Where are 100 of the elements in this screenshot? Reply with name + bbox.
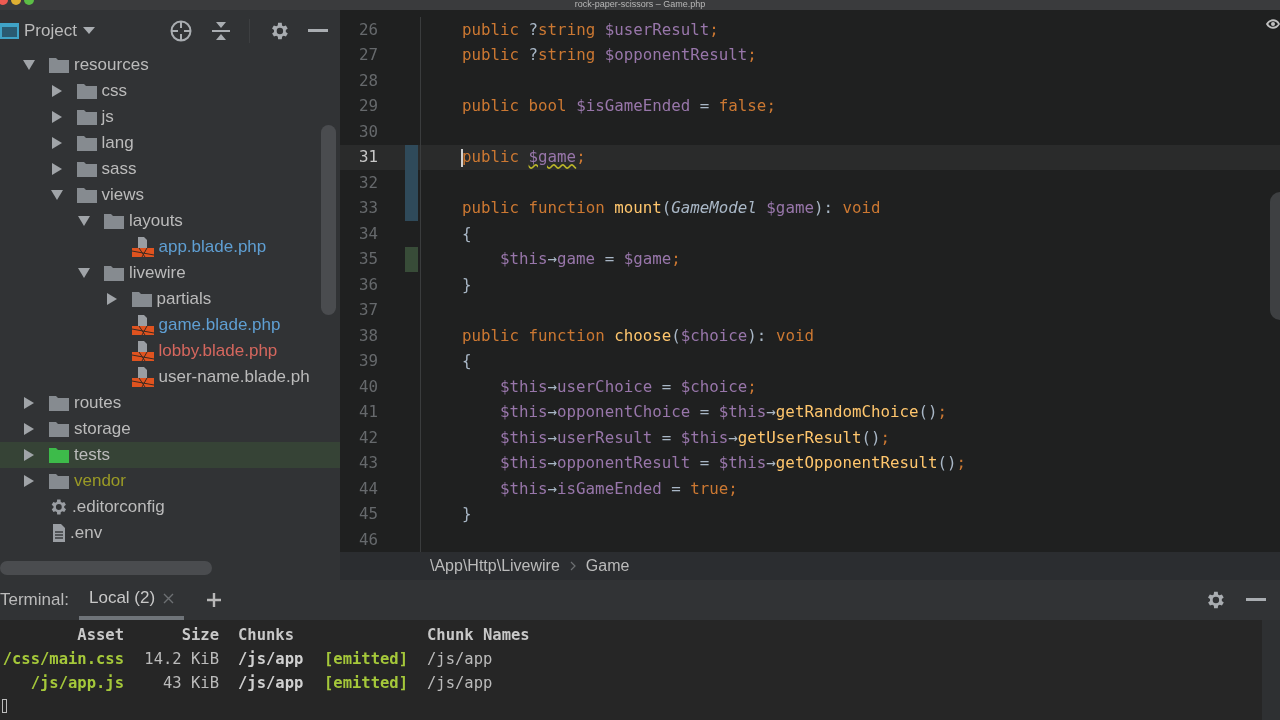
- breadcrumb-item[interactable]: Game: [585, 554, 630, 578]
- tree-item-label[interactable]: .editorconfig: [72, 494, 165, 520]
- crosshair-icon[interactable]: [169, 19, 193, 43]
- scrollbar-thumb[interactable]: [1270, 192, 1280, 320]
- code-line: $this→opponentResult = $this→getOpponentResult();: [500, 452, 967, 475]
- window-buttons-icon[interactable]: [0, 0, 36, 5]
- line-number: 45: [357, 503, 378, 526]
- eye-icon[interactable]: [1266, 18, 1280, 30]
- tree-item-label[interactable]: resources: [74, 52, 149, 78]
- collapsed-arrow-icon[interactable]: [104, 292, 119, 306]
- chevron-icon: [569, 561, 576, 571]
- change-marker[interactable]: [405, 144, 418, 170]
- folder-icon: [48, 394, 70, 412]
- tree-item-label[interactable]: user-name.blade.ph: [158, 364, 310, 390]
- line-number: 39: [357, 350, 378, 373]
- terminal-cell-text: /js/app: [237, 673, 305, 694]
- tree-item-label[interactable]: views: [101, 182, 144, 208]
- code-line: {: [462, 222, 472, 245]
- folder-icon: [75, 160, 98, 178]
- folder-icon: [48, 420, 70, 438]
- line-number: 36: [357, 273, 378, 296]
- tree-item-label[interactable]: js: [101, 104, 114, 130]
- line-number: 44: [357, 477, 378, 500]
- minimize-icon[interactable]: [1246, 598, 1266, 602]
- code-line: }: [462, 273, 472, 296]
- line-number: 38: [357, 324, 378, 347]
- collapsed-arrow-icon[interactable]: [49, 162, 64, 176]
- folder-icon: [75, 82, 98, 100]
- code-line: $this→isGameEnded = true;: [500, 477, 738, 500]
- column-header: Chunks: [237, 625, 295, 646]
- code-line: public ?string $userResult;: [462, 18, 719, 41]
- expanded-arrow-icon[interactable]: [49, 188, 64, 202]
- line-number: 43: [357, 452, 378, 475]
- line-number: 46: [357, 528, 378, 551]
- tree-item-label[interactable]: storage: [74, 416, 131, 442]
- collapsed-arrow-icon[interactable]: [22, 474, 36, 488]
- tree-item-label[interactable]: lobby.blade.php: [158, 338, 278, 364]
- change-marker[interactable]: [405, 246, 418, 272]
- window-title: rock-paper-scissors – Game.php: [574, 0, 706, 9]
- line-number: 26: [357, 18, 378, 41]
- terminal-cursor: [2, 699, 7, 713]
- tree-item-label[interactable]: app.blade.php: [158, 234, 267, 260]
- line-number: 30: [357, 120, 378, 143]
- line-number: 27: [357, 44, 378, 67]
- line-number: 42: [357, 426, 378, 449]
- collapsed-arrow-icon[interactable]: [22, 448, 36, 462]
- close-icon[interactable]: [163, 592, 175, 604]
- terminal-cell-text: [emitted]: [324, 673, 409, 694]
- code-line: $this→opponentChoice = $this→getRandomChoice();: [500, 401, 948, 424]
- line-number: 34: [357, 222, 378, 245]
- blade-file-icon: [130, 236, 155, 258]
- line-number: 37: [357, 299, 378, 322]
- add-icon[interactable]: [206, 592, 223, 608]
- collapse-all-icon[interactable]: [211, 20, 231, 42]
- text-cursor: [461, 148, 463, 167]
- minimize-icon[interactable]: [308, 29, 328, 33]
- folder-icon: [75, 134, 98, 152]
- terminal-cell-text: 43 KiB: [162, 673, 219, 694]
- column-header: Chunk Names: [427, 625, 530, 646]
- code-line: }: [462, 503, 472, 526]
- expanded-arrow-icon[interactable]: [22, 58, 36, 72]
- tree-item-label[interactable]: lang: [101, 130, 134, 156]
- line-number: 28: [357, 69, 378, 92]
- tree-item-label[interactable]: .env: [70, 520, 103, 546]
- collapsed-arrow-icon[interactable]: [22, 422, 36, 436]
- collapsed-arrow-icon[interactable]: [49, 110, 64, 124]
- column-header: Size: [180, 625, 219, 646]
- selected-row-highlight[interactable]: tests: [0, 442, 340, 468]
- tree-item-label[interactable]: game.blade.php: [158, 312, 281, 338]
- terminal-label: Terminal:: [0, 589, 69, 612]
- tree-item-label[interactable]: tests: [74, 442, 110, 468]
- expanded-arrow-icon[interactable]: [77, 266, 91, 280]
- tree-item-label[interactable]: livewire: [129, 260, 186, 286]
- blade-file-icon: [130, 314, 155, 336]
- folder-icon: [48, 446, 70, 464]
- terminal-cell-text: 14.2 KiB: [143, 649, 219, 670]
- change-marker[interactable]: [405, 195, 418, 221]
- tree-item-label[interactable]: vendor: [74, 468, 126, 494]
- vertical-scrollbar-thumb[interactable]: [321, 125, 336, 315]
- tree-item-label[interactable]: layouts: [129, 208, 183, 234]
- folder-icon: [48, 472, 70, 490]
- collapsed-arrow-icon[interactable]: [49, 136, 64, 150]
- folder-icon: [48, 56, 70, 74]
- blade-file-icon: [130, 340, 155, 362]
- horizontal-scrollbar-thumb[interactable]: [0, 561, 212, 575]
- tree-item-label[interactable]: partials: [156, 286, 212, 312]
- code-line: public $game;: [462, 146, 586, 169]
- expanded-arrow-icon[interactable]: [77, 214, 91, 228]
- breadcrumb-item[interactable]: \App\Http\Livewire: [430, 554, 560, 578]
- collapsed-arrow-icon[interactable]: [22, 396, 36, 410]
- project-view-dropdown[interactable]: Project: [24, 18, 95, 44]
- terminal-cell-text: /js/app: [237, 649, 305, 670]
- project-icon: [0, 22, 20, 40]
- tree-item-label[interactable]: css: [101, 78, 127, 104]
- line-number: 35: [357, 248, 378, 271]
- line-number: 41: [357, 401, 378, 424]
- tree-item-label[interactable]: routes: [74, 390, 122, 416]
- collapsed-arrow-icon[interactable]: [49, 84, 64, 98]
- folder-icon: [75, 186, 98, 204]
- tree-item-label[interactable]: sass: [101, 156, 137, 182]
